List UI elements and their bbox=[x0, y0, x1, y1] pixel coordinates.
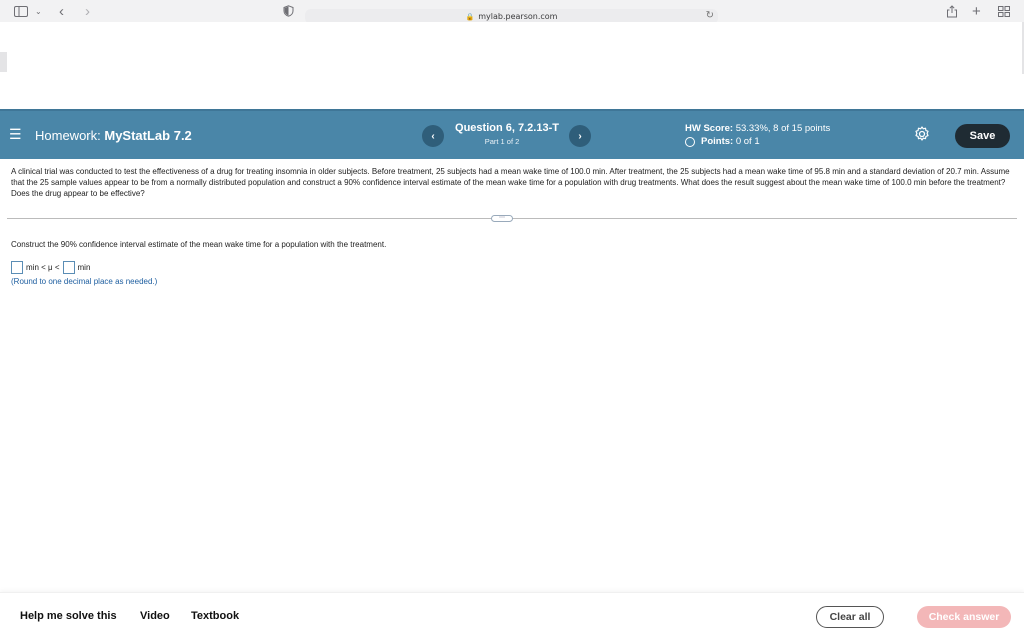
browser-content-blank bbox=[0, 22, 1024, 109]
hamburger-menu-icon[interactable]: ☰ bbox=[9, 127, 22, 141]
sidebar-toggle-icon[interactable] bbox=[14, 4, 28, 18]
homework-prefix: Homework: bbox=[35, 128, 101, 143]
textbook-button[interactable]: Textbook bbox=[191, 610, 239, 622]
video-button[interactable]: Video bbox=[140, 610, 170, 622]
part-instruction: Construct the 90% confidence interval es… bbox=[11, 240, 387, 249]
points-circle-icon bbox=[685, 136, 695, 147]
new-tab-icon[interactable]: + bbox=[972, 3, 981, 20]
privacy-shield-icon[interactable] bbox=[283, 4, 294, 18]
help-me-solve-button[interactable]: Help me solve this bbox=[20, 610, 117, 622]
points-value: 0 of 1 bbox=[735, 136, 760, 147]
settings-gear-icon[interactable] bbox=[913, 125, 931, 143]
back-icon[interactable]: ‹ bbox=[59, 3, 64, 20]
hw-score-label: HW Score: bbox=[685, 123, 734, 134]
browser-toolbar: ⌄ ‹ › 🔒 mylab.pearson.com ↻ + bbox=[0, 0, 1024, 24]
url-text: mylab.pearson.com bbox=[478, 12, 558, 21]
homework-name: MyStatLab 7.2 bbox=[104, 128, 192, 143]
check-answer-button[interactable]: Check answer bbox=[917, 606, 1011, 628]
reload-icon[interactable]: ↻ bbox=[706, 10, 714, 21]
footer-toolbar: Help me solve this Video Textbook Clear … bbox=[0, 592, 1024, 640]
points-status: Points: 0 of 1 bbox=[685, 136, 760, 147]
chevron-down-icon[interactable]: ⌄ bbox=[35, 4, 42, 18]
rounding-note: (Round to one decimal place as needed.) bbox=[11, 277, 158, 286]
question-part: Part 1 of 2 bbox=[484, 137, 520, 146]
homework-title: Homework: MyStatLab 7.2 bbox=[35, 128, 192, 143]
hw-score-value: 53.33%, 8 of 15 points bbox=[735, 123, 831, 134]
question-title: Question 6, 7.2.13-T bbox=[455, 122, 559, 134]
expand-toggle-button[interactable]: ⋯ bbox=[491, 215, 513, 222]
homework-header: ☰ Homework: MyStatLab 7.2 ‹ Question 6, … bbox=[0, 109, 1024, 159]
interval-middle-text: min < μ < bbox=[26, 263, 60, 272]
forward-icon[interactable]: › bbox=[85, 3, 90, 20]
next-question-button[interactable]: › bbox=[569, 125, 591, 147]
upper-bound-input[interactable] bbox=[62, 261, 75, 274]
left-edge-panel bbox=[0, 52, 7, 72]
previous-question-button[interactable]: ‹ bbox=[422, 125, 444, 147]
interval-unit-text: min bbox=[77, 263, 91, 272]
hw-score: HW Score: 53.33%, 8 of 15 points bbox=[685, 123, 830, 134]
lower-bound-input[interactable] bbox=[11, 261, 23, 274]
lock-icon: 🔒 bbox=[465, 13, 475, 21]
share-icon[interactable] bbox=[946, 4, 958, 18]
save-button[interactable]: Save bbox=[955, 124, 1010, 148]
confidence-interval-answer: min < μ < min bbox=[11, 261, 93, 274]
problem-statement: A clinical trial was conducted to test t… bbox=[11, 167, 1010, 198]
points-label: Points: bbox=[701, 136, 734, 147]
tab-overview-icon[interactable] bbox=[998, 4, 1010, 18]
clear-all-button[interactable]: Clear all bbox=[816, 606, 884, 628]
